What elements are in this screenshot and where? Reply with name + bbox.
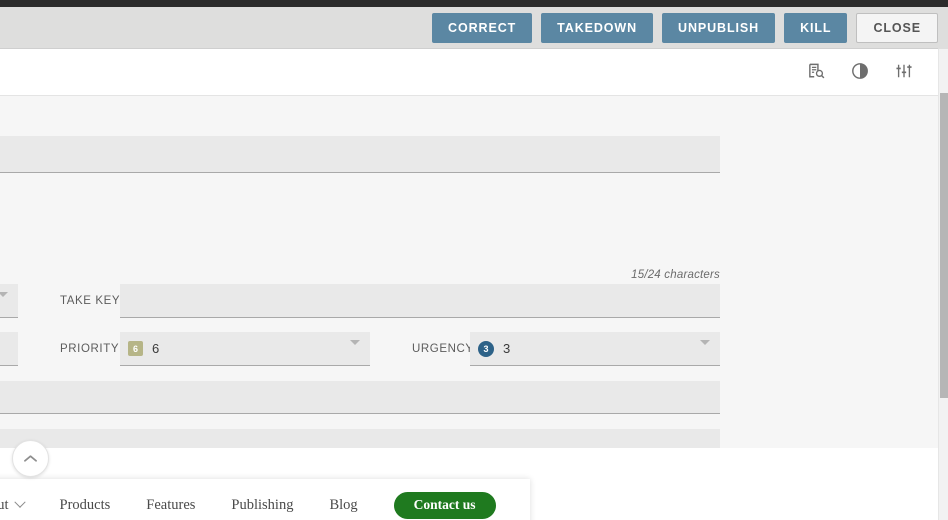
- footer-nav-features[interactable]: Features: [146, 497, 195, 514]
- priority-select[interactable]: 6 6: [120, 332, 370, 366]
- scrollbar-thumb[interactable]: [940, 93, 948, 398]
- footer-nav-blog[interactable]: Blog: [329, 497, 357, 514]
- footer-nav-products[interactable]: Products: [60, 497, 111, 514]
- correct-button[interactable]: CORRECT: [432, 13, 533, 43]
- chevron-down-icon: [13, 496, 26, 508]
- chevron-down-icon: [700, 340, 710, 363]
- footer-nav-publishing[interactable]: Publishing: [231, 497, 293, 514]
- scroll-to-top-button[interactable]: [12, 440, 49, 477]
- priority-badge: 6: [128, 341, 143, 356]
- app-window: CORRECT TAKEDOWN UNPUBLISH KILL CLOSE 15…: [0, 0, 948, 520]
- take-key-label: TAKE KEY: [60, 295, 121, 307]
- footer-nav-about[interactable]: out: [0, 496, 26, 514]
- priority-urgency-row: PRIORITY 6 6 URGENCY 3 3: [0, 332, 740, 366]
- editor-tool-icons: [804, 59, 916, 83]
- kill-button[interactable]: KILL: [784, 13, 848, 43]
- take-key-input[interactable]: [120, 284, 720, 318]
- scrollbar-top-filler: [938, 7, 948, 49]
- site-footer-nav: out Products Features Publishing Blog Co…: [0, 479, 496, 520]
- character-counter: 15/24 characters: [631, 269, 720, 281]
- urgency-badge: 3: [478, 340, 494, 357]
- site-footer-card: out Products Features Publishing Blog Co…: [0, 479, 530, 520]
- editor-sub-header: [0, 49, 938, 96]
- urgency-value: 3: [503, 341, 511, 356]
- headline-input[interactable]: [0, 136, 720, 173]
- vertical-scrollbar[interactable]: [938, 49, 948, 520]
- browser-chrome-strip: [0, 0, 948, 7]
- takedown-button[interactable]: TAKEDOWN: [541, 13, 654, 43]
- chevron-down-icon: [350, 340, 360, 363]
- unpublish-button[interactable]: UNPUBLISH: [662, 13, 776, 43]
- chevron-up-icon: [24, 455, 37, 462]
- action-toolbar: CORRECT TAKEDOWN UNPUBLISH KILL CLOSE: [0, 7, 948, 49]
- urgency-select[interactable]: 3 3: [470, 332, 720, 366]
- sliders-icon[interactable]: [892, 59, 916, 83]
- clipped-select-left-2[interactable]: [0, 332, 18, 366]
- contrast-icon[interactable]: [848, 59, 872, 83]
- article-metadata-form: 15/24 characters TAKE KEY PRIORITY 6 6 U…: [0, 96, 938, 510]
- priority-label: PRIORITY: [60, 343, 120, 355]
- chevron-down-icon: [0, 292, 8, 315]
- contact-us-button[interactable]: Contact us: [393, 491, 496, 519]
- action-button-group: CORRECT TAKEDOWN UNPUBLISH KILL CLOSE: [432, 13, 938, 43]
- priority-value: 6: [152, 341, 160, 356]
- document-search-icon[interactable]: [804, 59, 828, 83]
- urgency-label: URGENCY: [412, 343, 474, 355]
- clipped-select-left-1[interactable]: [0, 284, 18, 318]
- take-key-row: TAKE KEY: [0, 284, 740, 318]
- close-button[interactable]: CLOSE: [856, 13, 938, 43]
- metadata-input-1[interactable]: [0, 381, 720, 414]
